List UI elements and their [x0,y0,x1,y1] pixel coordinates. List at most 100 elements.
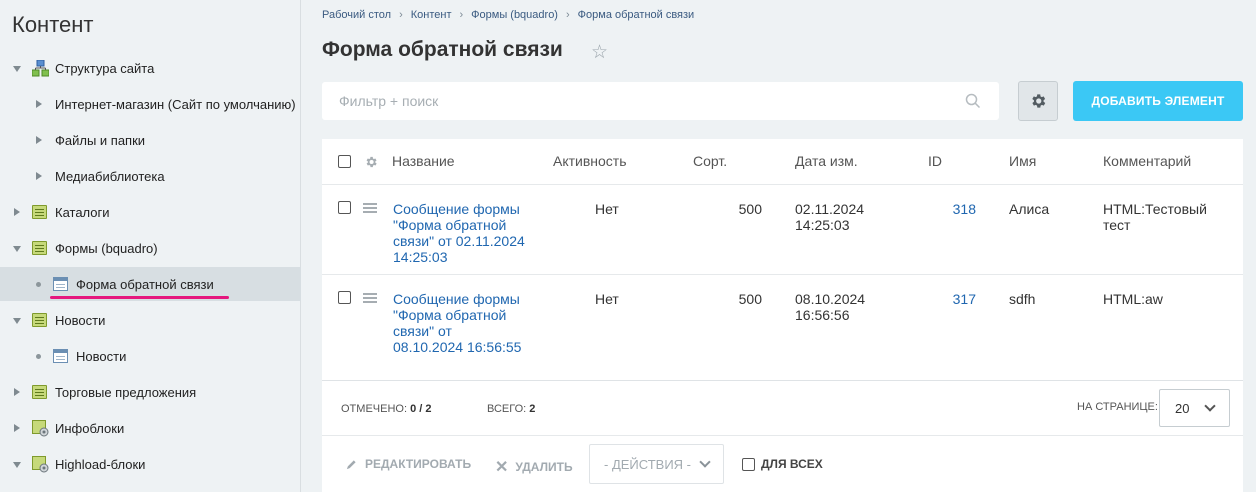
chevron-down-icon[interactable] [13,318,21,324]
per-page-label: НА СТРАНИЦЕ: [1077,401,1158,413]
row-sort: 500 [738,201,762,217]
row-id-link[interactable]: 318 [936,201,976,217]
actions-select[interactable]: - ДЕЙСТВИЯ - [589,444,724,484]
total-count: ВСЕГО: 2 [487,403,536,415]
for-all-checkbox[interactable] [742,457,755,471]
chevron-right-icon[interactable] [36,172,42,180]
sidebar-item-label: Новости [55,312,106,328]
highload-icon [32,456,49,473]
sidebar-item-forms-bquadro[interactable]: Формы (bquadro) [0,231,301,265]
sidebar-item-files[interactable]: Файлы и папки [0,123,301,157]
filter-search-box [322,82,999,120]
row-checkbox[interactable] [338,201,351,214]
breadcrumb-item[interactable]: Контент [411,9,452,21]
row-comment: HTML:Тестовый тест [1103,201,1207,233]
breadcrumb-item[interactable]: Форма обратной связи [578,9,695,21]
column-header-sort[interactable]: Сорт. [693,153,727,169]
edit-button[interactable]: РЕДАКТИРОВАТЬ [346,457,471,471]
sidebar-item-label: Интернет-магазин (Сайт по умолчанию) [55,96,296,112]
row-sort: 500 [738,291,762,307]
iblock-icon [32,313,47,327]
breadcrumb-separator-icon: › [565,9,570,21]
breadcrumb-item[interactable]: Рабочий стол [322,9,391,21]
sidebar-item-catalogs[interactable]: Каталоги [0,195,301,229]
filter-search-input[interactable] [322,82,962,120]
star-icon[interactable]: ☆ [591,41,608,64]
row-comment: HTML:aw [1103,291,1163,307]
sidebar: Контент Структура сайта Интернет-магазин… [0,0,301,492]
sidebar-item-label: Форма обратной связи [76,276,214,292]
for-all-label: ДЛЯ ВСЕХ [761,457,823,471]
sidebar-item-highload[interactable]: Highload-блоки [0,447,301,481]
chevron-right-icon[interactable] [36,136,42,144]
gear-icon [1032,94,1046,108]
sidebar-item-news-group[interactable]: Новости [0,303,301,337]
row-divider [322,435,1243,436]
site-structure-icon [32,60,49,77]
data-grid: Название Активность Сорт. Дата изм. ID И… [322,139,1243,492]
sidebar-item-news[interactable]: Новости [0,339,301,373]
close-icon: ✕ [495,459,509,476]
breadcrumb-separator-icon: › [459,9,464,21]
for-all-toggle[interactable]: ДЛЯ ВСЕХ [742,457,823,471]
row-checkbox[interactable] [338,291,351,304]
delete-label: УДАЛИТЬ [515,460,573,474]
per-page-value: 20 [1175,401,1190,416]
iblock-icon [32,385,47,399]
column-header-user[interactable]: Имя [1009,153,1036,169]
row-menu-icon[interactable] [363,293,377,303]
chevron-down-icon[interactable] [13,462,21,468]
add-element-button[interactable]: ДОБАВИТЬ ЭЛЕМЕНТ [1073,81,1243,121]
sidebar-item-label: Highload-блоки [55,456,146,472]
row-active: Нет [595,201,619,217]
sidebar-item-iblocks[interactable]: Инфоблоки [0,411,301,445]
row-date: 02.11.2024 14:25:03 [795,201,865,233]
chevron-right-icon[interactable] [14,424,20,432]
column-header-id[interactable]: ID [928,153,942,169]
edit-label: РЕДАКТИРОВАТЬ [365,457,472,471]
sidebar-item-online-store[interactable]: Интернет-магазин (Сайт по умолчанию) [0,87,301,121]
breadcrumb-item[interactable]: Формы (bquadro) [471,9,558,21]
row-name-link[interactable]: Сообщение формы "Форма обратной связи" о… [393,291,525,355]
row-id-link[interactable]: 317 [936,291,976,307]
list-page-icon [53,277,68,291]
row-divider [322,184,1243,185]
chevron-down-icon[interactable] [13,246,21,252]
per-page-select[interactable]: 20 [1159,389,1230,427]
chevron-right-icon[interactable] [36,100,42,108]
column-header-name[interactable]: Название [392,153,455,169]
chevron-down-icon [1204,400,1216,412]
sidebar-item-label: Инфоблоки [55,420,125,436]
sidebar-item-label: Новости [76,348,127,364]
selected-count: ОТМЕЧЕНО: 0 / 2 [341,403,432,415]
chevron-right-icon[interactable] [14,208,20,216]
row-user: sdfh [1009,291,1036,307]
list-page-icon [53,349,68,363]
breadcrumb: Рабочий стол › Контент › Формы (bquadro)… [322,9,702,21]
row-divider [322,274,1243,275]
chevron-right-icon[interactable] [14,388,20,396]
iblock-settings-icon [32,420,49,437]
iblock-icon [32,205,47,219]
delete-button[interactable]: ✕ УДАЛИТЬ [495,457,573,477]
row-divider [322,380,1243,381]
column-header-active[interactable]: Активность [553,153,627,169]
page-title: Форма обратной связи [322,38,563,61]
sidebar-item-site-structure[interactable]: Структура сайта [0,51,301,85]
column-header-comment[interactable]: Комментарий [1103,153,1191,169]
column-header-date[interactable]: Дата изм. [795,153,858,169]
select-all-checkbox[interactable] [338,155,351,168]
breadcrumb-separator-icon: › [399,9,403,21]
column-settings-gear-icon[interactable] [364,155,378,169]
settings-button[interactable] [1018,81,1058,121]
search-icon[interactable] [965,93,981,109]
sidebar-item-media-library[interactable]: Медиабиблиотека [0,159,301,193]
sidebar-item-label: Формы (bquadro) [55,240,158,256]
chevron-down-icon[interactable] [13,66,21,72]
row-menu-icon[interactable] [363,203,377,213]
sidebar-item-offers[interactable]: Торговые предложения [0,375,301,409]
row-name-link[interactable]: Сообщение формы "Форма обратной связи" о… [393,201,533,265]
sidebar-item-label: Торговые предложения [55,384,197,400]
sidebar-item-label: Каталоги [55,204,110,220]
row-active: Нет [595,291,619,307]
